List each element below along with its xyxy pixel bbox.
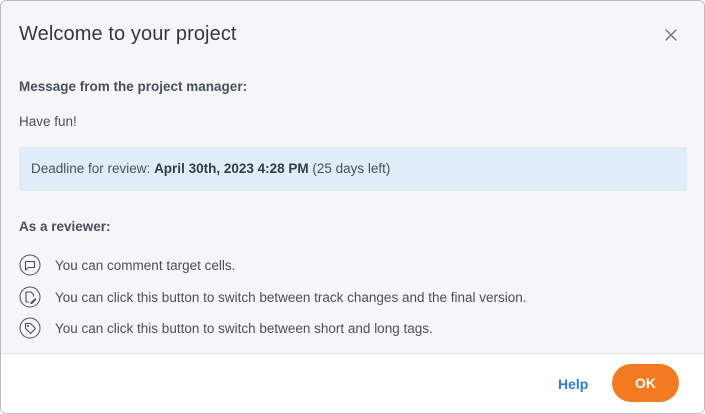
deadline-remaining: (25 days left): [308, 161, 391, 176]
feature-text: You can comment target cells.: [55, 257, 236, 273]
welcome-dialog: Welcome to your project Message from the…: [0, 0, 705, 414]
close-icon: [665, 29, 677, 41]
feature-item-comment: You can comment target cells.: [19, 253, 235, 277]
track-changes-icon: [19, 286, 41, 308]
feature-text: You can click this button to switch betw…: [55, 289, 527, 305]
close-button[interactable]: [661, 25, 681, 45]
tag-icon: [19, 317, 41, 339]
deadline-banner: Deadline for review: April 30th, 2023 4:…: [19, 147, 687, 191]
dialog-title: Welcome to your project: [19, 23, 237, 45]
help-link[interactable]: Help: [558, 376, 588, 392]
feature-item-tags: You can click this button to switch betw…: [19, 316, 433, 340]
feature-text: You can click this button to switch betw…: [55, 320, 433, 336]
deadline-label: Deadline for review:: [31, 161, 155, 176]
message-heading: Message from the project manager:: [19, 79, 248, 94]
deadline-date: April 30th, 2023 4:28 PM: [154, 161, 309, 176]
reviewer-heading: As a reviewer:: [19, 219, 111, 234]
message-text: Have fun!: [19, 114, 77, 129]
comment-icon: [19, 254, 41, 276]
feature-item-track-changes: You can click this button to switch betw…: [19, 285, 527, 309]
dialog-body: Welcome to your project Message from the…: [1, 1, 704, 353]
ok-button[interactable]: OK: [612, 364, 679, 402]
dialog-footer: Help OK: [1, 353, 704, 413]
